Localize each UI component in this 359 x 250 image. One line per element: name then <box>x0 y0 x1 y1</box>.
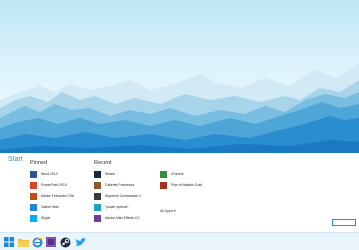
pinned-item-mail[interactable]: Gamer Mail <box>30 203 74 211</box>
app-label: PowerPoint 2013 <box>41 183 67 187</box>
pinned-title: Pinned <box>30 160 48 166</box>
desktop-wallpaper <box>0 0 359 153</box>
word-icon <box>30 170 37 178</box>
game-icon <box>94 181 101 189</box>
adobe-app-icon <box>46 237 56 247</box>
app-label: Adobe After Effects CC <box>105 216 140 220</box>
internet-explorer-icon <box>31 237 43 247</box>
start-menu: Start Pinned Recent Word 2013 PowerPoint… <box>0 153 359 232</box>
fireworks-icon <box>30 192 37 200</box>
app-label: Plan of Nations Gold <box>171 183 203 187</box>
all-apps-button[interactable]: All Apps ▾ <box>160 209 176 213</box>
recent-item-caliente[interactable]: Caliente Francesca <box>94 181 141 189</box>
windows-logo-icon <box>4 237 14 247</box>
game-icon <box>94 192 101 200</box>
steam-icon <box>60 237 70 247</box>
taskbar <box>0 232 359 250</box>
app-label: "power options" <box>105 205 129 209</box>
recent-item-steam[interactable]: Steam <box>94 170 141 178</box>
taskbar-internet-explorer[interactable] <box>30 235 44 249</box>
recent-list-column-2: uTorrent Plan of Nations Gold <box>160 170 202 192</box>
app-label: Word 2013 <box>41 172 58 176</box>
mountain-wallpaper <box>0 64 359 153</box>
utorrent-icon <box>160 170 167 178</box>
search-box[interactable] <box>332 219 356 226</box>
recent-title: Recent <box>94 160 112 166</box>
pinned-item-fireworks[interactable]: Adobe Fireworks CS6 <box>30 192 74 200</box>
start-button[interactable] <box>2 235 16 249</box>
start-title: Start <box>8 156 23 163</box>
recent-item-power-options[interactable]: "power options" <box>94 203 141 211</box>
app-label: Caliente Francesca <box>105 183 135 187</box>
recent-item-after-effects[interactable]: Adobe After Effects CC <box>94 214 141 222</box>
search-icon <box>94 203 101 211</box>
mail-icon <box>30 203 37 211</box>
powerpoint-icon <box>30 181 37 189</box>
app-label: Steam <box>105 172 115 176</box>
skype-icon <box>30 214 37 222</box>
app-label: uTorrent <box>171 172 184 176</box>
taskbar-adobe-app[interactable] <box>44 235 58 249</box>
pinned-item-word[interactable]: Word 2013 <box>30 170 74 178</box>
app-label: Skype <box>41 216 51 220</box>
recent-item-supreme-commander[interactable]: Supreme Commander 2 <box>94 192 141 200</box>
app-label: Gamer Mail <box>41 205 59 209</box>
recent-list: Steam Caliente Francesca Supreme Command… <box>94 170 141 225</box>
pinned-item-powerpoint[interactable]: PowerPoint 2013 <box>30 181 74 189</box>
game-icon <box>160 181 167 189</box>
taskbar-steam[interactable] <box>58 235 72 249</box>
after-effects-icon <box>94 214 101 222</box>
taskbar-twitter[interactable] <box>73 235 87 249</box>
recent-item-plan-of-nations[interactable]: Plan of Nations Gold <box>160 181 202 189</box>
twitter-bird-icon <box>74 237 86 246</box>
folder-icon <box>17 238 29 247</box>
taskbar-file-explorer[interactable] <box>16 235 30 249</box>
app-label: Adobe Fireworks CS6 <box>41 194 74 198</box>
recent-item-utorrent[interactable]: uTorrent <box>160 170 202 178</box>
app-label: Supreme Commander 2 <box>105 194 142 198</box>
steam-icon <box>94 170 101 178</box>
pinned-list: Word 2013 PowerPoint 2013 Adobe Firework… <box>30 170 74 225</box>
pinned-item-skype[interactable]: Skype <box>30 214 74 222</box>
